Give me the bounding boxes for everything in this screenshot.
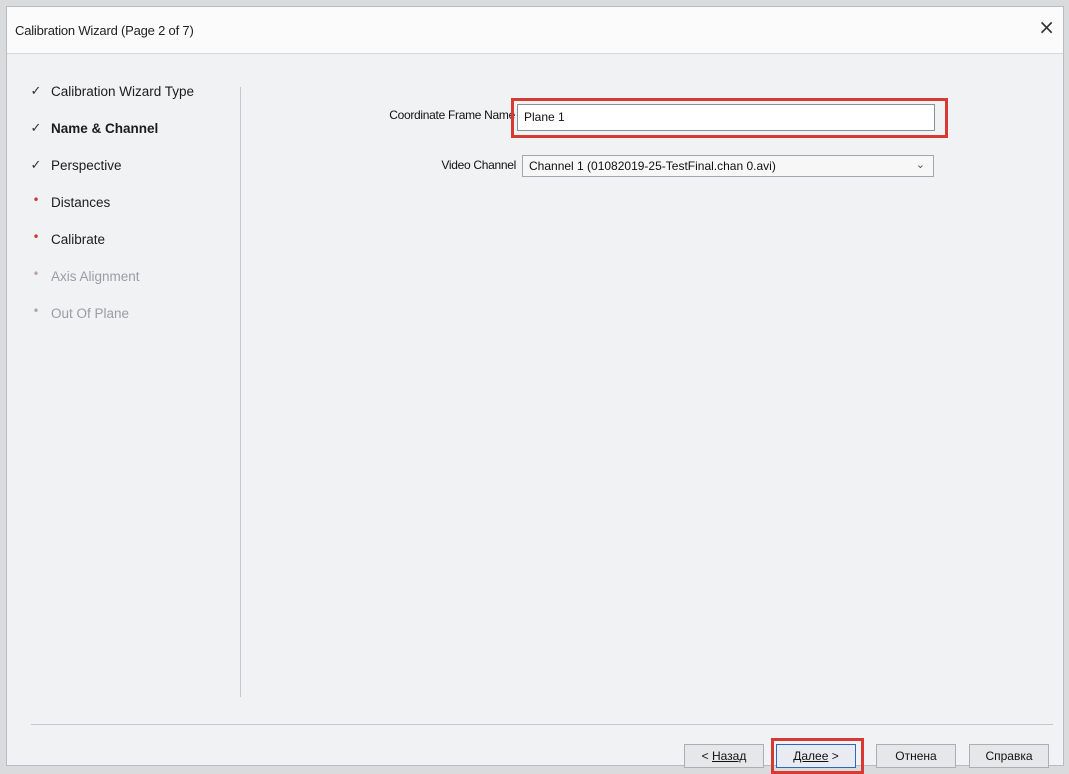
video-channel-label: Video Channel [441, 158, 516, 172]
checkmark-icon: ✓ [30, 84, 42, 99]
coordinate-frame-name-input[interactable]: Plane 1 [517, 104, 935, 131]
video-channel-value: Channel 1 (01082019-25-TestFinal.chan 0.… [529, 159, 776, 173]
step-label: Distances [51, 195, 111, 210]
step-out-of-plane: • Out Of Plane [25, 304, 194, 342]
bullet-icon: • [32, 304, 40, 318]
next-button[interactable]: Далее > [776, 744, 856, 768]
cancel-button[interactable]: Отнена [876, 744, 956, 768]
bullet-icon: • [32, 230, 40, 244]
help-button[interactable]: Справка [969, 744, 1049, 768]
close-icon[interactable]: × [1038, 17, 1055, 37]
title-bar: Calibration Wizard (Page 2 of 7) × [7, 7, 1063, 54]
step-perspective: ✓ Perspective [25, 157, 194, 194]
step-calibrate: • Calibrate [25, 230, 194, 268]
step-label: Calibration Wizard Type [51, 84, 195, 99]
next-suffix: > [828, 749, 839, 763]
bullet-icon: • [32, 193, 40, 207]
step-axis-alignment: • Axis Alignment [25, 267, 194, 305]
step-label: Perspective [51, 158, 122, 173]
step-label: Calibrate [51, 232, 106, 247]
step-label: Name & Channel [51, 121, 159, 136]
footer-divider [31, 724, 1053, 725]
next-button-label: Далее [793, 749, 829, 763]
back-button-label: Назад [711, 749, 747, 763]
coordinate-frame-name-label: Coordinate Frame Name [389, 108, 515, 122]
checkmark-icon: ✓ [30, 121, 42, 136]
vertical-divider [240, 87, 241, 697]
cancel-button-label: Отнена [895, 749, 937, 763]
back-prefix: < [701, 749, 712, 763]
wizard-steps-list: ✓ Calibration Wizard Type ✓ Name & Chann… [25, 83, 195, 342]
step-distances: • Distances [25, 193, 194, 231]
step-label: Axis Alignment [51, 269, 140, 284]
step-calibration-wizard-type: ✓ Calibration Wizard Type [25, 83, 195, 120]
step-name-channel: ✓ Name & Channel [25, 120, 194, 157]
back-button[interactable]: < Назад [684, 744, 764, 768]
chevron-down-icon[interactable]: ⌄ [916, 158, 925, 171]
bullet-icon: • [32, 267, 40, 281]
help-button-label: Справка [985, 749, 1033, 763]
video-channel-select[interactable]: Channel 1 (01082019-25-TestFinal.chan 0.… [522, 155, 934, 177]
calibration-wizard-dialog: Calibration Wizard (Page 2 of 7) × ✓ Cal… [6, 6, 1064, 774]
checkmark-icon: ✓ [30, 158, 42, 173]
window-title: Calibration Wizard (Page 2 of 7) [15, 23, 194, 38]
step-label: Out Of Plane [51, 306, 130, 321]
